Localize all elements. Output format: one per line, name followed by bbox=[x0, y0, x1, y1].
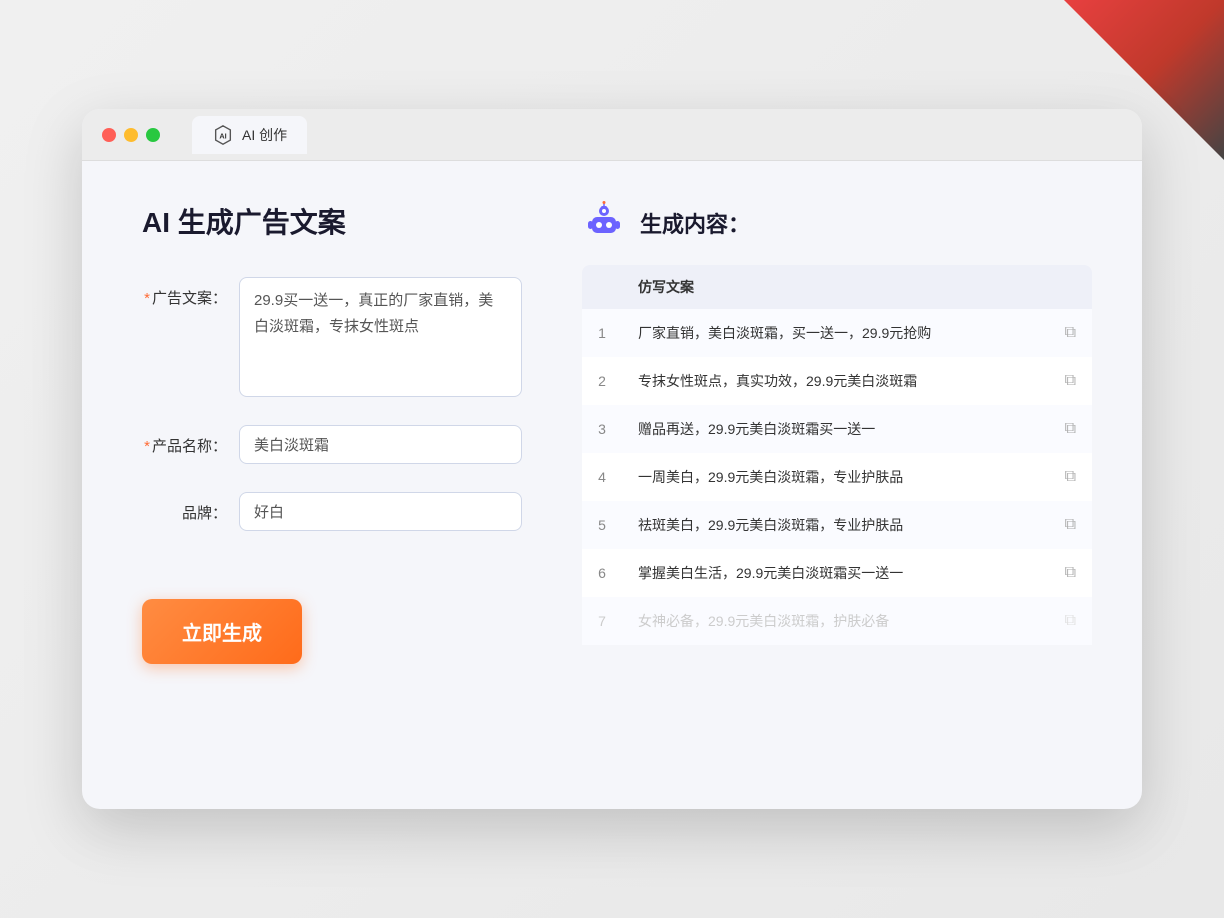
copy-button[interactable]: ⧉ bbox=[1065, 612, 1076, 630]
product-name-group: *产品名称： bbox=[142, 425, 522, 464]
svg-text:AI: AI bbox=[219, 131, 226, 140]
copy-button[interactable]: ⧉ bbox=[1065, 516, 1076, 534]
result-title: 生成内容： bbox=[640, 207, 750, 239]
row-text: 一周美白，29.9元美白淡斑霜，专业护肤品 bbox=[622, 453, 1049, 501]
row-number: 4 bbox=[582, 453, 622, 501]
tab-title: AI 创作 bbox=[242, 125, 287, 145]
table-header-copy: 仿写文案 bbox=[622, 265, 1049, 309]
maximize-button[interactable] bbox=[146, 128, 160, 142]
row-text: 赠品再送，29.9元美白淡斑霜买一送一 bbox=[622, 405, 1049, 453]
copy-button[interactable]: ⧉ bbox=[1065, 372, 1076, 390]
row-number: 5 bbox=[582, 501, 622, 549]
copy-button[interactable]: ⧉ bbox=[1065, 420, 1076, 438]
table-row: 6掌握美白生活，29.9元美白淡斑霜买一送一 ⧉ bbox=[582, 549, 1092, 597]
brand-group: 品牌： bbox=[142, 492, 522, 531]
product-name-required: * bbox=[144, 438, 150, 455]
tab-ai-creation[interactable]: AI AI 创作 bbox=[192, 116, 307, 154]
robot-icon bbox=[582, 201, 626, 245]
copy-cell: ⧉ bbox=[1049, 549, 1092, 597]
right-panel: 生成内容： 仿写文案 1厂家直销，美白淡斑霜，买一送一，29.9元抢购⧉2专抹女… bbox=[582, 201, 1092, 769]
minimize-button[interactable] bbox=[124, 128, 138, 142]
browser-window: AI AI 创作 AI 生成广告文案 *广告文案： 29.9买一送一，真正的厂家… bbox=[82, 109, 1142, 809]
row-text: 厂家直销，美白淡斑霜，买一送一，29.9元抢购 bbox=[622, 309, 1049, 357]
brand-input[interactable] bbox=[239, 492, 522, 531]
content-area: AI 生成广告文案 *广告文案： 29.9买一送一，真正的厂家直销，美白淡斑霜，… bbox=[82, 161, 1142, 809]
copy-cell: ⧉ bbox=[1049, 453, 1092, 501]
close-button[interactable] bbox=[102, 128, 116, 142]
product-name-label: *产品名称： bbox=[142, 425, 227, 456]
table-row: 5祛斑美白，29.9元美白淡斑霜，专业护肤品 ⧉ bbox=[582, 501, 1092, 549]
row-text: 专抹女性斑点，真实功效，29.9元美白淡斑霜 bbox=[622, 357, 1049, 405]
ad-copy-input[interactable]: 29.9买一送一，真正的厂家直销，美白淡斑霜，专抹女性斑点 bbox=[239, 277, 522, 397]
table-header-num bbox=[582, 265, 622, 309]
result-table: 仿写文案 1厂家直销，美白淡斑霜，买一送一，29.9元抢购⧉2专抹女性斑点，真实… bbox=[582, 265, 1092, 645]
copy-cell: ⧉ bbox=[1049, 501, 1092, 549]
window-controls bbox=[102, 128, 160, 142]
ai-tab-icon: AI bbox=[212, 124, 234, 146]
table-row: 1厂家直销，美白淡斑霜，买一送一，29.9元抢购 ⧉ bbox=[582, 309, 1092, 357]
ad-copy-group: *广告文案： 29.9买一送一，真正的厂家直销，美白淡斑霜，专抹女性斑点 bbox=[142, 277, 522, 397]
product-name-input[interactable] bbox=[239, 425, 522, 464]
row-number: 6 bbox=[582, 549, 622, 597]
copy-cell: ⧉ bbox=[1049, 357, 1092, 405]
row-text: 掌握美白生活，29.9元美白淡斑霜买一送一 bbox=[622, 549, 1049, 597]
page-title: AI 生成广告文案 bbox=[142, 201, 522, 241]
table-row: 2专抹女性斑点，真实功效，29.9元美白淡斑霜 ⧉ bbox=[582, 357, 1092, 405]
ad-copy-required: * bbox=[144, 290, 150, 307]
table-row: 4一周美白，29.9元美白淡斑霜，专业护肤品 ⧉ bbox=[582, 453, 1092, 501]
row-text: 祛斑美白，29.9元美白淡斑霜，专业护肤品 bbox=[622, 501, 1049, 549]
copy-cell: ⧉ bbox=[1049, 309, 1092, 357]
row-number: 1 bbox=[582, 309, 622, 357]
ad-copy-label: *广告文案： bbox=[142, 277, 227, 308]
row-number: 7 bbox=[582, 597, 622, 645]
row-text: 女神必备，29.9元美白淡斑霜，护肤必备 bbox=[622, 597, 1049, 645]
copy-cell: ⧉ bbox=[1049, 597, 1092, 645]
table-row: 7女神必备，29.9元美白淡斑霜，护肤必备 ⧉ bbox=[582, 597, 1092, 645]
brand-label: 品牌： bbox=[142, 492, 227, 523]
copy-cell: ⧉ bbox=[1049, 405, 1092, 453]
copy-button[interactable]: ⧉ bbox=[1065, 468, 1076, 486]
title-bar: AI AI 创作 bbox=[82, 109, 1142, 161]
copy-button[interactable]: ⧉ bbox=[1065, 564, 1076, 582]
table-header-action bbox=[1049, 265, 1092, 309]
copy-button[interactable]: ⧉ bbox=[1065, 324, 1076, 342]
generate-button[interactable]: 立即生成 bbox=[142, 599, 302, 664]
table-row: 3赠品再送，29.9元美白淡斑霜买一送一 ⧉ bbox=[582, 405, 1092, 453]
row-number: 2 bbox=[582, 357, 622, 405]
result-header: 生成内容： bbox=[582, 201, 1092, 245]
row-number: 3 bbox=[582, 405, 622, 453]
left-panel: AI 生成广告文案 *广告文案： 29.9买一送一，真正的厂家直销，美白淡斑霜，… bbox=[142, 201, 522, 769]
